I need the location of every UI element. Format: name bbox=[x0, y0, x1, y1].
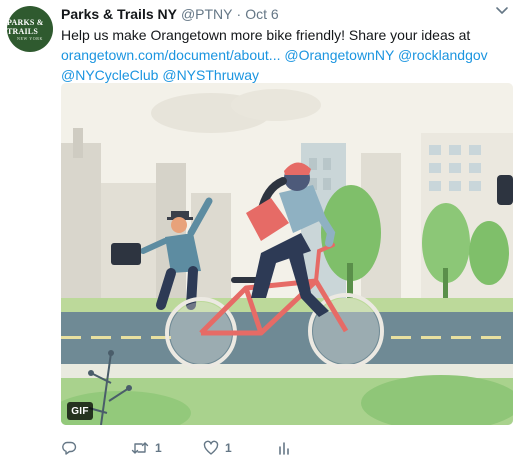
mention-link[interactable]: @OrangetownNY bbox=[284, 47, 394, 63]
reply-button[interactable] bbox=[61, 436, 83, 460]
tweet[interactable]: PARKS & TRAILS NEW YORK Parks & Trails N… bbox=[0, 0, 524, 465]
tweet-body: Help us make Orangetown more bike friend… bbox=[61, 27, 471, 43]
like-count: 1 bbox=[225, 441, 232, 455]
tweet-text: Help us make Orangetown more bike friend… bbox=[61, 25, 509, 85]
chevron-down-icon[interactable] bbox=[494, 4, 510, 18]
user-handle[interactable]: @PTNY bbox=[181, 6, 233, 22]
heart-icon bbox=[203, 440, 219, 455]
retweet-icon bbox=[131, 442, 149, 454]
bike-animation-illustration bbox=[61, 83, 513, 425]
mention-link[interactable]: @NYCycleClub bbox=[61, 67, 158, 83]
mention-link[interactable]: @NYSThruway bbox=[162, 67, 259, 83]
separator-dot: · bbox=[236, 6, 242, 22]
retweet-button[interactable]: 1 bbox=[131, 436, 162, 460]
avatar-text-bottom: NEW YORK bbox=[16, 35, 44, 41]
reply-icon bbox=[62, 441, 77, 455]
analytics-button[interactable] bbox=[277, 436, 297, 460]
display-name[interactable]: Parks & Trails NY bbox=[61, 6, 177, 22]
tweet-date[interactable]: Oct 6 bbox=[245, 6, 278, 22]
avatar[interactable]: PARKS & TRAILS NEW YORK bbox=[7, 6, 53, 52]
tweet-actions: 1 1 bbox=[61, 436, 513, 460]
tweet-header: Parks & Trails NY @PTNY · Oct 6 bbox=[61, 6, 279, 24]
analytics-icon bbox=[279, 442, 289, 455]
tweet-link[interactable]: orangetown.com/document/about... bbox=[61, 47, 280, 63]
avatar-text-top: PARKS & TRAILS bbox=[7, 17, 44, 36]
like-button[interactable]: 1 bbox=[203, 436, 232, 460]
mention-link[interactable]: @rocklandgov bbox=[398, 47, 488, 63]
gif-badge: GIF bbox=[67, 402, 93, 420]
retweet-count: 1 bbox=[155, 441, 162, 455]
gif-media[interactable] bbox=[61, 83, 513, 425]
